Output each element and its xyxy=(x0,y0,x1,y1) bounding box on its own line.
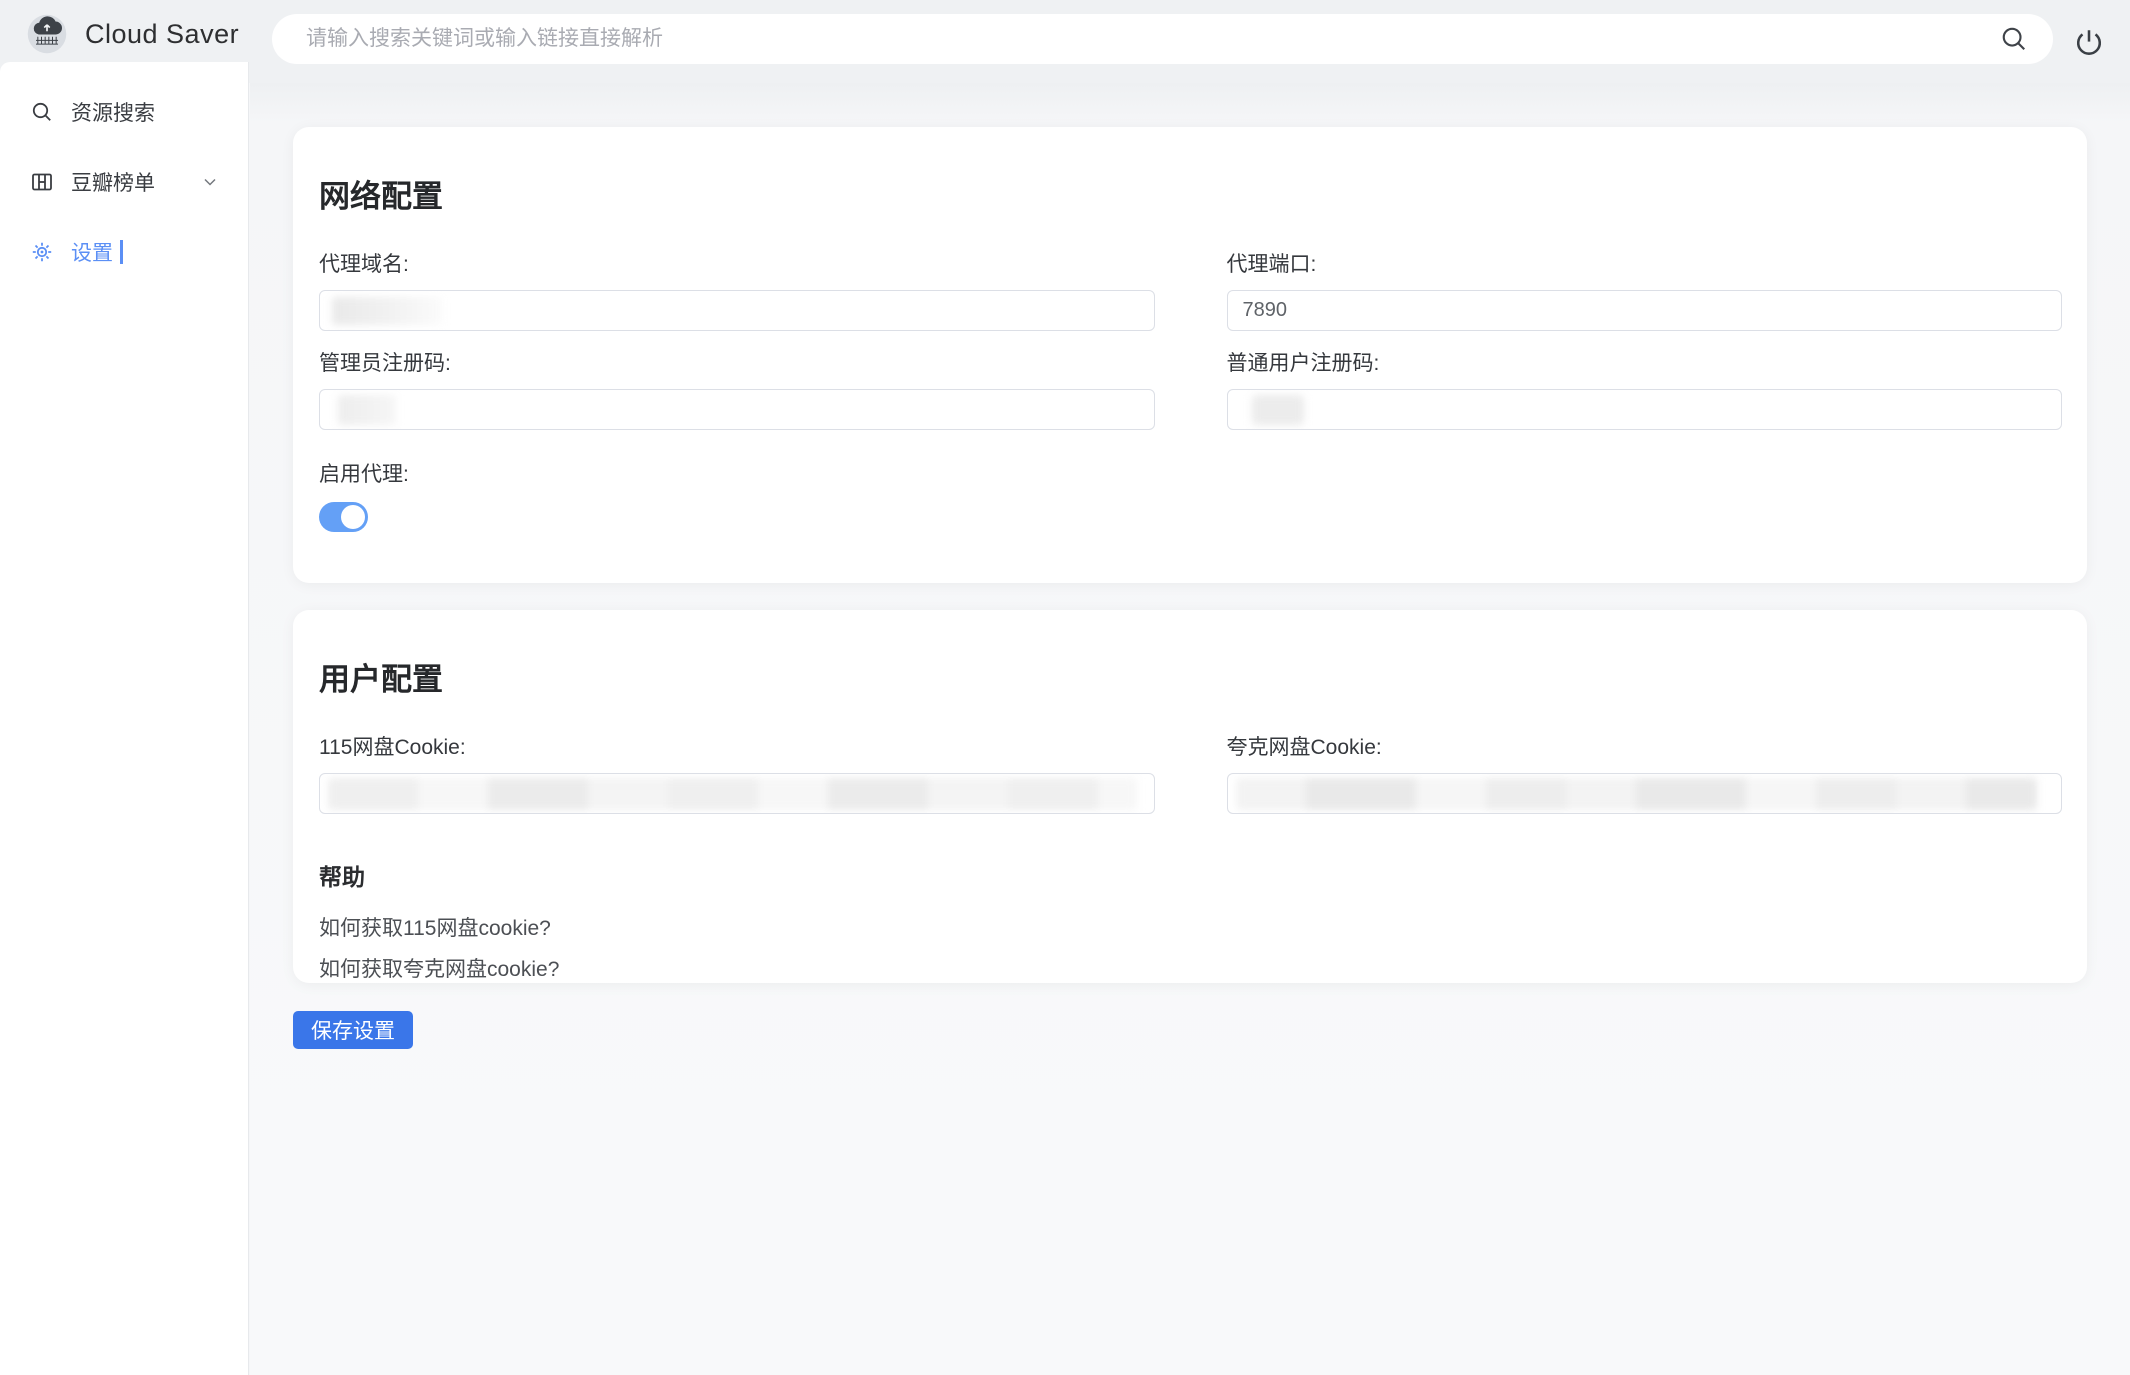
app-title: Cloud Saver xyxy=(85,19,239,50)
sidebar-item-label: 设置 xyxy=(71,237,113,267)
user-code-label: 普通用户注册码: xyxy=(1227,347,2063,377)
enable-proxy-field: 启用代理: xyxy=(319,458,2062,532)
user-config-title: 用户配置 xyxy=(319,610,2062,699)
gear-icon xyxy=(30,240,54,264)
power-button[interactable] xyxy=(2071,26,2107,62)
cookie115-field: 115网盘Cookie: xyxy=(319,731,1155,814)
sidebar: 资源搜索 豆瓣榜单 设置 xyxy=(0,62,249,1375)
redacted-value xyxy=(1252,395,1304,425)
proxy-domain-field: 代理域名: xyxy=(319,248,1155,331)
user-config-card: 用户配置 115网盘Cookie: 夸克网盘Cookie: 帮助 如何获取115… xyxy=(293,610,2087,983)
enable-proxy-label: 启用代理: xyxy=(319,458,2062,488)
proxy-port-input[interactable] xyxy=(1227,290,2063,331)
redacted-value xyxy=(1236,778,2037,810)
chevron-down-icon xyxy=(200,172,220,192)
redacted-value xyxy=(328,778,1137,810)
help-link-quark-cookie[interactable]: 如何获取夸克网盘cookie? xyxy=(319,953,559,983)
save-settings-button[interactable]: 保存设置 xyxy=(293,1011,413,1049)
admin-code-field: 管理员注册码: xyxy=(319,347,1155,430)
quark-cookie-field: 夸克网盘Cookie: xyxy=(1227,731,2063,814)
proxy-domain-label: 代理域名: xyxy=(319,248,1155,278)
help-title: 帮助 xyxy=(319,858,2062,892)
search-icon xyxy=(30,100,54,124)
redacted-value xyxy=(338,395,396,425)
proxy-port-label: 代理端口: xyxy=(1227,248,2063,278)
text-caret xyxy=(120,240,123,264)
douban-list-icon xyxy=(30,170,54,194)
admin-code-input[interactable] xyxy=(319,389,1155,430)
cloud-upload-logo-icon xyxy=(25,12,69,56)
power-icon xyxy=(2072,26,2106,60)
admin-code-label: 管理员注册码: xyxy=(319,347,1155,377)
sidebar-item-label: 豆瓣榜单 xyxy=(71,167,155,197)
proxy-domain-input[interactable] xyxy=(319,290,1155,331)
sidebar-item-douban-list[interactable]: 豆瓣榜单 xyxy=(6,160,242,204)
quark-cookie-input[interactable] xyxy=(1227,773,2063,814)
network-config-card: 网络配置 代理域名: 代理端口: 管理员注册码: 普通用户 xyxy=(293,127,2087,583)
search-icon[interactable] xyxy=(1999,24,2029,54)
search-bar[interactable] xyxy=(272,14,2053,64)
quark-cookie-label: 夸克网盘Cookie: xyxy=(1227,731,2063,761)
sidebar-item-resource-search[interactable]: 资源搜索 xyxy=(6,90,242,134)
settings-page: 网络配置 代理域名: 代理端口: 管理员注册码: 普通用户 xyxy=(250,83,2130,1375)
toggle-knob xyxy=(341,505,365,529)
redacted-value xyxy=(332,297,442,325)
cookie115-label: 115网盘Cookie: xyxy=(319,731,1155,761)
sidebar-item-label: 资源搜索 xyxy=(71,97,155,127)
help-link-115-cookie[interactable]: 如何获取115网盘cookie? xyxy=(319,912,551,942)
user-code-field: 普通用户注册码: xyxy=(1227,347,2063,430)
search-input[interactable] xyxy=(272,14,1999,64)
network-config-title: 网络配置 xyxy=(319,127,2062,216)
proxy-port-field: 代理端口: xyxy=(1227,248,2063,331)
enable-proxy-toggle[interactable] xyxy=(319,502,368,532)
topbar: Cloud Saver xyxy=(0,0,2130,83)
cookie115-input[interactable] xyxy=(319,773,1155,814)
user-code-input[interactable] xyxy=(1227,389,2063,430)
brand: Cloud Saver xyxy=(25,8,239,60)
sidebar-item-settings[interactable]: 设置 xyxy=(6,230,242,274)
